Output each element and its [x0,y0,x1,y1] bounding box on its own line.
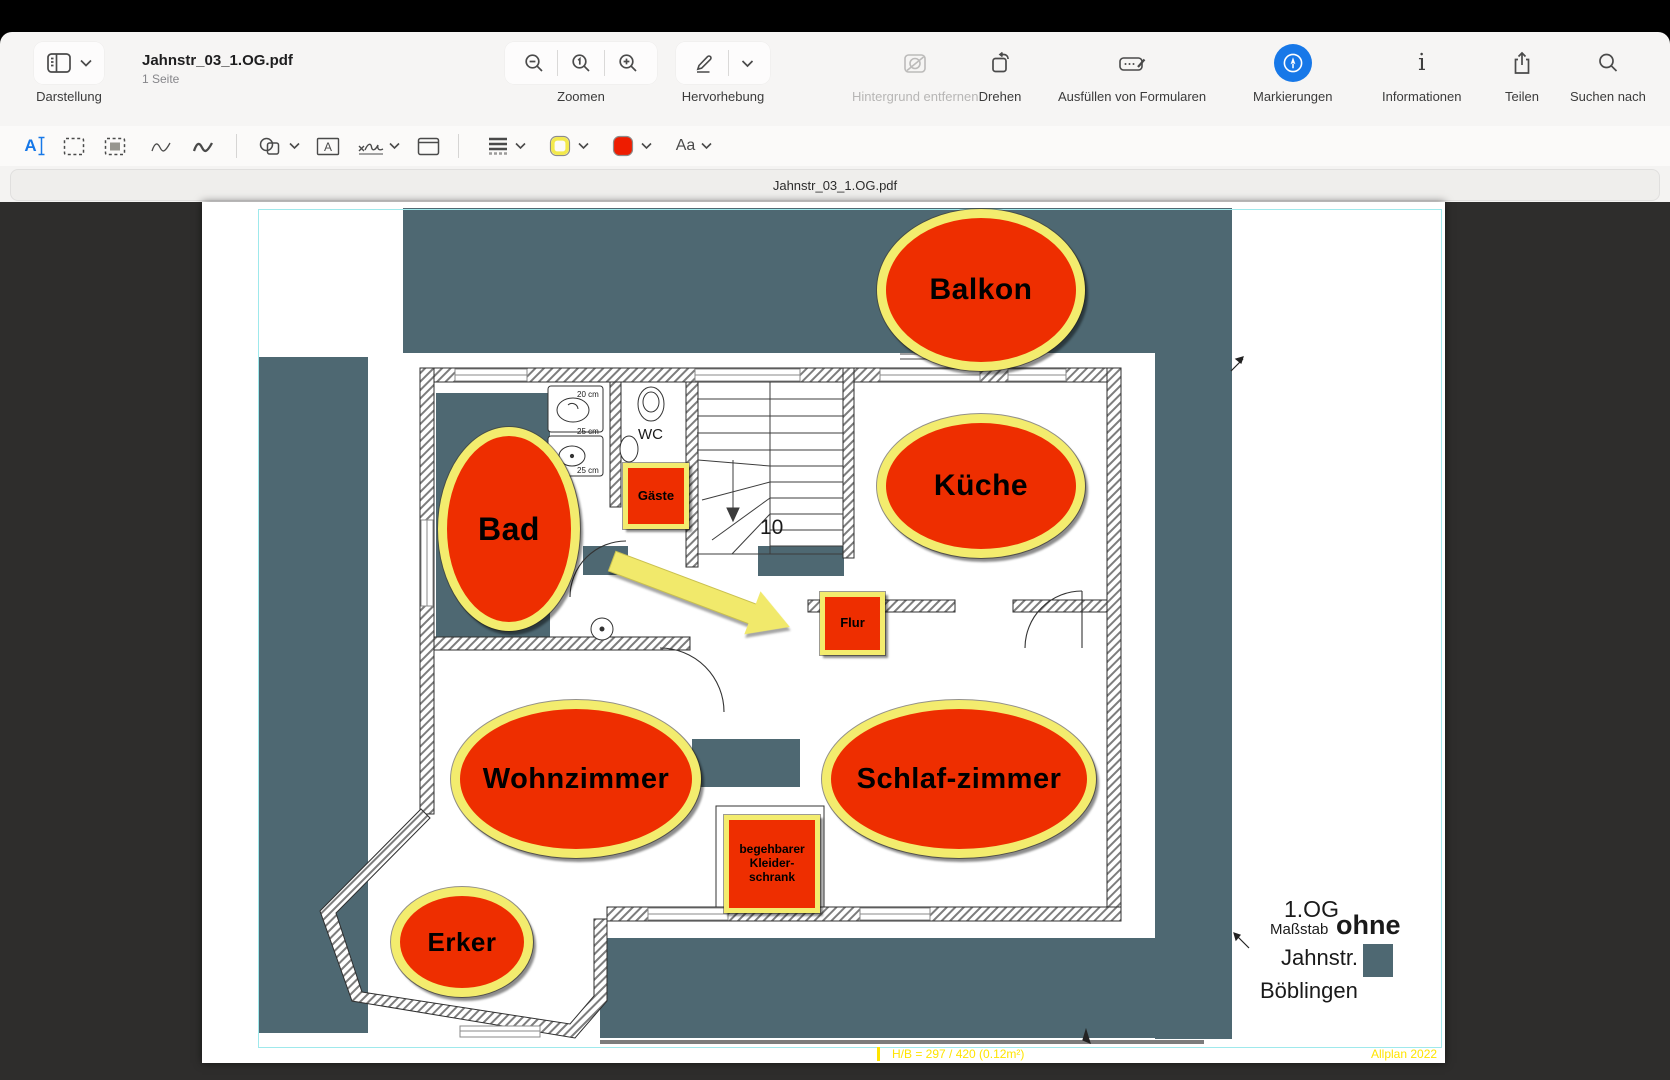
highlight-pen-button[interactable] [680,51,728,75]
document-tab[interactable]: Jahnstr_03_1.OG.pdf [10,169,1660,201]
search-button[interactable]: Suchen nach [1570,42,1646,104]
info-label: Informationen [1382,89,1462,104]
document-title: Jahnstr_03_1.OG.pdf [142,52,293,69]
draw-icon [192,137,214,155]
shapes-tool[interactable] [256,126,302,166]
text-selection-tool[interactable]: A [18,126,52,166]
fill-forms-label: Ausfüllen von Formularen [1058,89,1206,104]
markup-pen-icon [1274,44,1312,82]
sketch-icon [150,137,172,155]
document-tab-title: Jahnstr_03_1.OG.pdf [773,178,897,193]
svg-text:A: A [324,140,332,154]
fill-color-icon [611,134,635,158]
fill-color-tool[interactable] [606,126,656,166]
note-tool[interactable] [412,126,444,166]
text-style-tool[interactable]: Aa [668,126,720,166]
markup-toolbar-label: Markierungen [1253,89,1333,104]
tab-bar: Jahnstr_03_1.OG.pdf [0,166,1670,202]
menubar-strip [0,0,1670,32]
document-page-count: 1 Seite [142,72,293,86]
divider [458,134,459,158]
rect-select-icon [63,137,85,156]
sketch-tool[interactable] [145,126,177,166]
search-icon [1596,51,1620,75]
signature-tool[interactable] [352,126,404,166]
line-style-tool[interactable] [482,126,530,166]
document-title-block: Jahnstr_03_1.OG.pdf 1 Seite [142,52,293,86]
smart-select-icon [104,137,126,156]
zoom-actual-size-button[interactable] [558,51,604,75]
chevron-down-icon [289,142,300,150]
remove-background-label: Hintergrund entfernen [852,89,978,104]
text-style-label: Aa [676,137,696,155]
draw-tool[interactable] [187,126,219,166]
preview-window: Darstellung Jahnstr_03_1.OG.pdf 1 Seite [0,32,1670,1080]
smart-select-tool[interactable] [99,126,131,166]
chevron-down-icon [515,142,526,150]
info-button[interactable]: i Informationen [1382,42,1462,104]
highlight-label: Hervorhebung [682,89,764,104]
zoom-group: Zoomen [505,42,657,104]
chevron-down-icon [701,142,712,150]
share-icon [1510,50,1534,76]
chevron-down-icon [578,142,589,150]
screen: Darstellung Jahnstr_03_1.OG.pdf 1 Seite [0,0,1670,1080]
zoom-out-button[interactable] [511,51,557,75]
rect-select-tool[interactable] [58,126,90,166]
highlight-group: Hervorhebung [676,42,770,104]
line-style-icon [487,136,509,156]
info-icon: i [1418,51,1425,75]
fill-forms-icon [1117,51,1147,75]
sidebar-icon [46,52,72,74]
remove-background-icon [902,51,928,75]
share-button[interactable]: Teilen [1498,42,1546,104]
search-label: Suchen nach [1570,89,1646,104]
border-color-icon [548,134,572,158]
markup-toolbar-toggle-button[interactable]: Markierungen [1253,42,1333,104]
signature-icon [357,136,385,156]
share-label: Teilen [1505,89,1539,104]
chevron-down-icon [80,59,92,67]
rotate-icon [987,50,1013,76]
textbox-icon: A [316,137,340,156]
rotate-button[interactable]: Drehen [975,42,1025,104]
chevron-down-icon [389,142,400,150]
chevron-down-icon [641,142,652,150]
zoom-label: Zoomen [557,89,605,104]
view-menu-label: Darstellung [36,89,102,104]
zoom-in-button[interactable] [605,51,651,75]
textbox-tool[interactable]: A [311,126,345,166]
view-menu-button[interactable]: Darstellung [34,42,104,104]
fill-forms-button[interactable]: Ausfüllen von Formularen [1058,42,1206,104]
highlight-chevron-button[interactable] [729,59,766,68]
note-icon [417,137,440,156]
remove-background-button: Hintergrund entfernen [852,42,978,104]
text-cursor-icon [37,136,46,156]
shapes-icon [258,136,284,156]
rotate-label: Drehen [979,89,1022,104]
main-toolbar: Darstellung Jahnstr_03_1.OG.pdf 1 Seite [0,32,1670,127]
markup-toolbar: A [0,126,1670,167]
content-background [0,202,1670,1080]
border-color-tool[interactable] [543,126,593,166]
divider [236,134,237,158]
text-select-a: A [24,136,36,156]
